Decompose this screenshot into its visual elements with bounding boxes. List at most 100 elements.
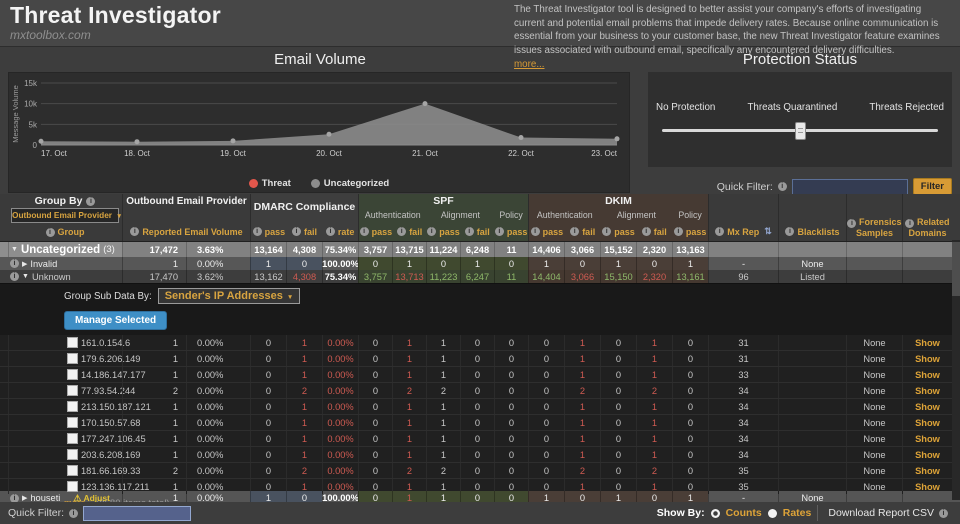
rates-radio[interactable] (768, 509, 777, 518)
spf-heading: SPF (359, 194, 528, 209)
table-cell: 1 (600, 257, 636, 270)
info-icon[interactable] (778, 182, 787, 191)
expand-right-icon[interactable]: ▶ (22, 260, 27, 268)
spf-policy-pass-header[interactable]: pass (494, 222, 528, 241)
table-cell: 34 (708, 383, 778, 398)
row-checkbox[interactable] (67, 337, 78, 348)
table-cell: 0 (250, 415, 286, 430)
show-related-domains-link[interactable]: Show (902, 431, 952, 446)
table-cell: 0 (600, 463, 636, 478)
forensics-header[interactable]: Forensics Samples (847, 217, 902, 241)
row-checkbox[interactable] (67, 369, 78, 380)
row-checkbox[interactable] (67, 465, 78, 476)
table-cell: 0 (426, 257, 460, 270)
table-cell: 0 (600, 415, 636, 430)
table-cell: 34 (708, 447, 778, 462)
group-column-label: Group (58, 227, 85, 237)
table-cell: 1 (122, 399, 186, 414)
table-cell: 11 (494, 242, 528, 257)
legend-label: Threat (262, 178, 291, 189)
reported-volume-header: Reported Email Volume (123, 222, 250, 241)
show-related-domains-link[interactable]: Show (902, 415, 952, 430)
show-related-domains-link[interactable]: Show (902, 383, 952, 398)
info-icon (253, 227, 262, 236)
table-cell: 1 (426, 415, 460, 430)
dkim-auth-fail-header[interactable]: fail (565, 222, 601, 241)
related-domains-header[interactable]: Related Domains (903, 217, 952, 241)
info-icon[interactable] (130, 227, 139, 236)
info-icon[interactable] (69, 509, 78, 518)
table-row: ▼Uncategorized(3)17,4723.63%13,1644,3087… (0, 242, 960, 257)
sort-icon[interactable] (762, 226, 772, 237)
table-cell: 0 (358, 335, 392, 350)
scrollbar-thumb[interactable] (952, 242, 960, 296)
table-cell: 2 (286, 463, 322, 478)
quick-filter-top-input[interactable] (792, 179, 908, 195)
info-icon[interactable] (46, 228, 55, 237)
rates-label[interactable]: Rates (783, 507, 812, 519)
spf-auth-pass-header[interactable]: pass (359, 222, 393, 241)
table-cell: 1 (122, 367, 186, 382)
row-checkbox[interactable] (67, 417, 78, 428)
mxrep-header[interactable]: Mx Rep (709, 222, 778, 241)
row-checkbox[interactable] (67, 401, 78, 412)
sub-group-selected: Sender's IP Addresses (165, 290, 283, 302)
show-related-domains-link[interactable]: Show (902, 367, 952, 382)
table-cell: 6,248 (460, 242, 494, 257)
reported-volume-label: Reported Email Volume (142, 227, 242, 237)
show-related-domains-link[interactable]: Show (902, 335, 952, 350)
expand-right-icon[interactable]: ▶ (22, 494, 27, 502)
dkim-align-pass-header[interactable]: pass (601, 222, 637, 241)
spf-auth-fail-header[interactable]: fail (393, 222, 427, 241)
table-cell: 75.34% (322, 242, 358, 257)
row-checkbox[interactable] (67, 385, 78, 396)
row-checkbox[interactable] (67, 449, 78, 460)
spf-align-fail-header[interactable]: fail (460, 222, 494, 241)
info-icon[interactable] (10, 272, 19, 281)
group-by-dropdown[interactable]: Outbound Email Provider (11, 208, 119, 223)
info-icon[interactable] (86, 197, 95, 206)
info-icon[interactable] (10, 259, 19, 268)
table-cell: Listed (778, 270, 846, 283)
expand-down-icon[interactable]: ▼ (22, 273, 29, 280)
table-scrollbar[interactable] (952, 240, 960, 500)
spf-policy-subheader: Policy (494, 209, 528, 222)
dmarc-pass-header[interactable]: pass (251, 222, 287, 241)
dkim-policy-pass-header[interactable]: pass (672, 222, 708, 241)
dmarc-rate-header[interactable]: rate (322, 222, 358, 241)
dkim-align-fail-header[interactable]: fail (636, 222, 672, 241)
show-related-domains-link[interactable]: Show (902, 447, 952, 462)
table-cell (778, 335, 846, 350)
table-cell: 13,713 (392, 270, 426, 283)
manage-selected-button[interactable]: Manage Selected (64, 311, 167, 330)
table-cell: 34 (708, 415, 778, 430)
show-related-domains-link[interactable]: Show (902, 399, 952, 414)
sub-group-dropdown[interactable]: Sender's IP Addresses (158, 288, 301, 304)
spf-align-pass-header[interactable]: pass (427, 222, 461, 241)
row-checkbox[interactable] (67, 433, 78, 444)
counts-radio[interactable] (711, 509, 720, 518)
chevron-down-icon (112, 210, 122, 220)
table-cell: 1 (636, 351, 672, 366)
show-related-domains-link[interactable]: Show (902, 463, 952, 478)
show-related-domains-link[interactable]: Show (902, 351, 952, 366)
blacklists-header[interactable]: Blacklists (779, 222, 846, 241)
table-cell: 1 (564, 447, 600, 462)
filter-button[interactable]: Filter (913, 178, 952, 195)
legend-item-uncategorized: Uncategorized (311, 178, 389, 189)
download-csv-button[interactable]: Download Report CSV (817, 505, 952, 521)
protection-slider-handle[interactable] (795, 122, 806, 140)
row-checkbox[interactable] (67, 353, 78, 364)
dkim-auth-pass-header[interactable]: pass (529, 222, 565, 241)
table-cell: 1 (286, 431, 322, 446)
header-spf: SPF Authentication Alignment Policy pass… (358, 194, 528, 241)
table-cell: 0 (460, 415, 494, 430)
dmarc-fail-header[interactable]: fail (287, 222, 323, 241)
expand-down-icon[interactable]: ▼ (11, 246, 18, 253)
svg-text:17. Oct: 17. Oct (41, 149, 68, 158)
svg-text:21. Oct: 21. Oct (412, 149, 439, 158)
protection-labels: No Protection Threats Quarantined Threat… (648, 72, 952, 113)
quick-filter-bottom-input[interactable] (83, 506, 191, 521)
counts-label[interactable]: Counts (726, 507, 762, 519)
table-cell: 0 (528, 463, 564, 478)
